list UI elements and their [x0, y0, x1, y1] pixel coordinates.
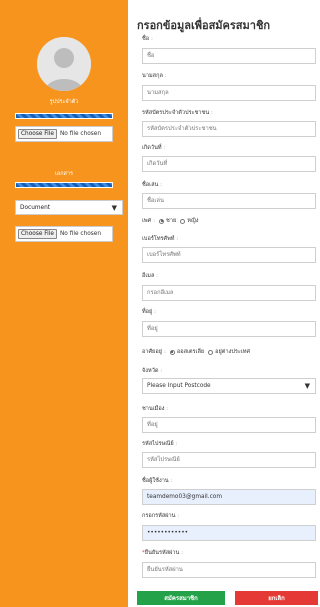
- residence-australia-radio[interactable]: [169, 349, 175, 355]
- province-value: Please Input Postcode: [147, 383, 211, 389]
- residence-group: อาศัยอยู่ : ออสเตรเลีย อยู่ต่างประเทศ: [142, 349, 251, 355]
- gender-group: เพศ : ชาย หญิง: [142, 218, 199, 224]
- user-placeholder-icon: [37, 37, 91, 91]
- email-label: อีเมล :: [142, 273, 159, 279]
- last-name-label: นามสกุล :: [142, 73, 167, 79]
- gender-female-radio[interactable]: [180, 218, 186, 224]
- residence-abroad-label: อยู่ต่างประเทศ: [215, 349, 251, 355]
- birthdate-label: เกิดวันที่ :: [142, 145, 166, 151]
- documents-label: เอกสาร: [55, 171, 73, 177]
- province-label: จังหวัด :: [142, 368, 163, 374]
- photo-file-input[interactable]: Choose File No file chosen: [15, 126, 113, 142]
- cancel-button[interactable]: ยกเลิก: [235, 591, 318, 605]
- gender-female-label: หญิง: [187, 218, 199, 224]
- document-type-value: Document: [20, 204, 51, 211]
- residence-label: อาศัยอยู่: [142, 349, 162, 355]
- birthdate-input[interactable]: [142, 156, 316, 172]
- progress-stripe: [15, 113, 113, 119]
- postcode-input[interactable]: [142, 452, 316, 468]
- password-input[interactable]: ••••••••••••: [142, 525, 316, 541]
- avatar: [37, 37, 91, 91]
- district-input[interactable]: [142, 417, 316, 433]
- page-title: กรอกข้อมูลเพื่อสมัครสมาชิก: [137, 19, 271, 32]
- postcode-label: รหัสไปรษณีย์ :: [142, 441, 178, 447]
- nickname-label: ชื่อเล่น :: [142, 182, 162, 188]
- username-input[interactable]: teamdemo03@gmail.com: [142, 489, 316, 505]
- file-status: No file chosen: [59, 131, 102, 137]
- document-type-select[interactable]: Document ▼: [15, 200, 123, 215]
- dropdown-arrow-icon: ▼: [111, 204, 117, 212]
- first-name-input[interactable]: [142, 48, 316, 64]
- first-name-label: ชื่อ :: [142, 36, 153, 42]
- register-button[interactable]: สมัครสมาชิก: [137, 591, 225, 605]
- confirm-password-input[interactable]: [142, 562, 316, 578]
- province-select[interactable]: Please Input Postcode ▼: [142, 378, 316, 394]
- residence-abroad-radio[interactable]: [208, 349, 214, 355]
- avatar-label: รูปประจำตัว: [49, 99, 79, 105]
- id-card-label: รหัสบัตรประจำตัวประชาชน :: [142, 110, 213, 116]
- last-name-input[interactable]: [142, 85, 316, 101]
- id-card-input[interactable]: [142, 121, 316, 137]
- choose-file-button[interactable]: Choose File: [18, 229, 57, 239]
- file-status: No file chosen: [59, 231, 102, 237]
- residence-australia-label: ออสเตรเลีย: [176, 349, 205, 355]
- dropdown-arrow-icon: ▼: [304, 382, 310, 390]
- document-file-input[interactable]: Choose File No file chosen: [15, 226, 113, 242]
- phone-label: เบอร์โทรศัพท์ :: [142, 236, 179, 242]
- sidebar-panel: รูปประจำตัว Choose File No file chosen เ…: [0, 0, 128, 607]
- username-label: ชื่อผู้ใช้งาน :: [142, 478, 173, 484]
- gender-label: เพศ: [142, 218, 152, 224]
- district-label: ชานเมือง :: [142, 406, 169, 412]
- gender-male-label: ชาย: [166, 218, 177, 224]
- confirm-password-label: *ยืนยันรหัสผ่าน :: [142, 550, 184, 556]
- address-label: ที่อยู่ :: [142, 309, 156, 315]
- phone-input[interactable]: [142, 247, 316, 263]
- gender-male-radio[interactable]: [159, 218, 165, 224]
- choose-file-button[interactable]: Choose File: [18, 129, 57, 139]
- address-input[interactable]: [142, 321, 316, 337]
- email-input[interactable]: [142, 285, 316, 301]
- progress-stripe-documents: [15, 182, 113, 188]
- password-label: กรอกรหัสผ่าน :: [142, 513, 180, 519]
- nickname-input[interactable]: [142, 193, 316, 209]
